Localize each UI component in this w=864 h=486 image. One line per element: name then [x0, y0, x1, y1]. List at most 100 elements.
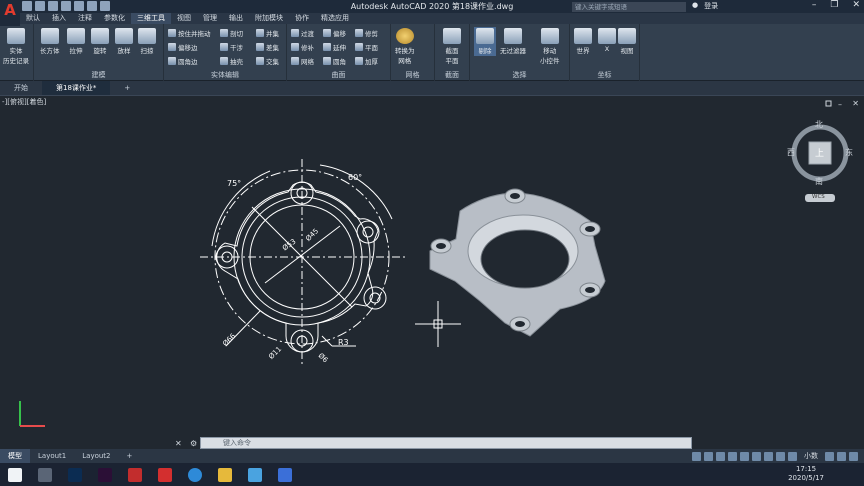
file-explorer-icon[interactable] [218, 467, 232, 482]
doc-tab-current[interactable]: 第18课作业* [42, 81, 111, 95]
tab-annotate[interactable]: 注释 [72, 13, 98, 24]
viewcube-north[interactable]: 北 [815, 119, 823, 130]
workspace-gear-icon[interactable] [788, 451, 797, 461]
presspull-button[interactable]: 按住并拖动 [168, 28, 211, 38]
union-button[interactable]: 并集 [256, 28, 279, 38]
tab-3d-tools[interactable]: 三维工具 [131, 13, 171, 24]
selection-panel-title[interactable]: 选择 [470, 70, 569, 80]
revolve-button[interactable]: 旋转 [91, 28, 109, 55]
task-view-icon[interactable] [38, 467, 52, 482]
app-red-icon[interactable] [128, 467, 142, 482]
windows-start-icon[interactable] [8, 467, 22, 482]
autocad-taskbar-icon[interactable] [158, 467, 172, 482]
viewcube-west[interactable]: 西 [787, 147, 795, 158]
offset-edge-button[interactable]: 偏移边 [168, 42, 198, 52]
solid-history-button[interactable]: 实体 历史记录 [3, 28, 29, 65]
blend-button[interactable]: 过渡 [291, 28, 314, 38]
tab-addins[interactable]: 附加模块 [249, 13, 289, 24]
command-customize-icon[interactable]: ⚙ [190, 439, 197, 448]
shell-button[interactable]: 抽壳 [220, 56, 243, 66]
box-button[interactable]: 长方体 [40, 28, 60, 55]
minimize-icon[interactable]: – [812, 0, 817, 10]
tab-insert[interactable]: 插入 [46, 13, 72, 24]
tab-collaborate[interactable]: 协作 [289, 13, 315, 24]
isolate-icon[interactable] [825, 451, 834, 461]
add-layout-plus-icon[interactable]: + [119, 449, 141, 463]
grid-icon[interactable] [692, 451, 701, 461]
subtract-button[interactable]: 差集 [256, 42, 279, 52]
no-filter-button[interactable]: 无过滤器 [500, 28, 526, 55]
command-close-icon[interactable]: ✕ [175, 439, 182, 448]
viewport-controls-label[interactable]: -][俯视][着色] [2, 97, 46, 107]
thicken-button[interactable]: 加厚 [355, 56, 378, 66]
tab-featured-apps[interactable]: 精选应用 [315, 13, 355, 24]
shield-app-icon[interactable] [278, 467, 292, 482]
modeling-panel-title[interactable]: 建模 [34, 70, 163, 80]
coordinates-panel-title[interactable]: 坐标 [570, 70, 639, 80]
wcs-menu[interactable]: WCS [812, 194, 825, 200]
fillet-edge-button[interactable]: 圆角边 [168, 56, 198, 66]
section-plane-button[interactable]: 截面 平面 [443, 28, 461, 65]
search-input[interactable]: 键入关键字或短语 [572, 2, 686, 12]
x-ucs-button[interactable]: X [598, 28, 616, 53]
viewport-minimize-icon[interactable]: – [838, 100, 842, 109]
extrude-button[interactable]: 拉伸 [67, 28, 85, 55]
viewcube-top-face[interactable]: 上 [815, 146, 824, 159]
loft-button[interactable]: 放样 [115, 28, 133, 55]
tab-parametric[interactable]: 参数化 [98, 13, 131, 24]
surface-panel-title[interactable]: 曲面 [287, 70, 390, 80]
interfere-button[interactable]: 干涉 [220, 42, 243, 52]
lineweight-icon[interactable] [764, 451, 773, 461]
gizmo-icon[interactable] [776, 451, 785, 461]
autocad-logo-icon[interactable]: A [0, 0, 20, 26]
slice-button[interactable]: 剖切 [220, 28, 243, 38]
world-ucs-button[interactable]: 世界 [574, 28, 592, 55]
shaded-3d-model[interactable] [429, 188, 606, 337]
extend-button[interactable]: 延伸 [323, 42, 346, 52]
drawing-canvas[interactable]: 75° 60° Ø45 Ø53 Ø66 Ø11 Ø6 R3 北 南 东 西 上 … [0, 95, 864, 437]
surface-offset-button[interactable]: 偏移 [323, 28, 346, 38]
tab-model[interactable]: 模型 [0, 449, 30, 463]
tab-layout2[interactable]: Layout2 [74, 449, 118, 463]
viewport-close-icon[interactable]: ✕ [852, 99, 859, 108]
planar-button[interactable]: 平面 [355, 42, 378, 52]
viewcube-south[interactable]: 南 [815, 176, 823, 187]
view-ucs-button[interactable]: 视图 [618, 28, 636, 55]
otrack-icon[interactable] [752, 451, 761, 461]
viewcube-east[interactable]: 东 [845, 147, 853, 158]
solid-edit-panel-title[interactable]: 实体编辑 [164, 70, 286, 80]
section-panel-title[interactable]: 截面 [435, 70, 469, 80]
units-dropdown[interactable]: 小数 [800, 451, 822, 461]
customize-status-icon[interactable] [849, 451, 858, 461]
ortho-icon[interactable] [716, 451, 725, 461]
premiere-icon[interactable] [98, 467, 112, 482]
tab-layout1[interactable]: Layout1 [30, 449, 74, 463]
tab-view[interactable]: 视图 [171, 13, 197, 24]
sweep-button[interactable]: 扫掠 [138, 28, 156, 55]
convert-to-mesh-button[interactable]: 转换为 网格 [395, 28, 415, 65]
doc-tab-start[interactable]: 开始 [0, 81, 42, 95]
surface-fillet-button[interactable]: 圆角 [323, 56, 346, 66]
network-button[interactable]: 网络 [291, 56, 314, 66]
osnap-icon[interactable] [740, 451, 749, 461]
snap-icon[interactable] [704, 451, 713, 461]
photoshop-icon[interactable] [68, 467, 82, 482]
fullscreen-icon[interactable] [837, 451, 846, 461]
trim-button[interactable]: 修剪 [355, 28, 378, 38]
system-clock[interactable]: 17:15 2020/5/17 [788, 465, 824, 483]
tab-manage[interactable]: 管理 [197, 13, 223, 24]
close-icon[interactable]: ✕ [852, 0, 860, 10]
restore-icon[interactable]: ❐ [830, 0, 838, 10]
patch-button[interactable]: 修补 [291, 42, 314, 52]
polar-icon[interactable] [728, 451, 737, 461]
browser-icon[interactable] [188, 467, 202, 482]
move-gizmo-button[interactable]: 移动 小控件 [540, 28, 560, 65]
tab-default[interactable]: 默认 [20, 13, 46, 24]
signin-link[interactable]: 登录 [704, 1, 718, 11]
app-blue-icon[interactable] [248, 467, 262, 482]
user-icon[interactable]: ● [692, 1, 698, 11]
tab-output[interactable]: 输出 [223, 13, 249, 24]
viewport-restore-icon[interactable] [825, 100, 832, 107]
command-line-input[interactable]: 键入命令 [200, 437, 692, 449]
new-tab-plus-icon[interactable]: + [110, 81, 144, 95]
